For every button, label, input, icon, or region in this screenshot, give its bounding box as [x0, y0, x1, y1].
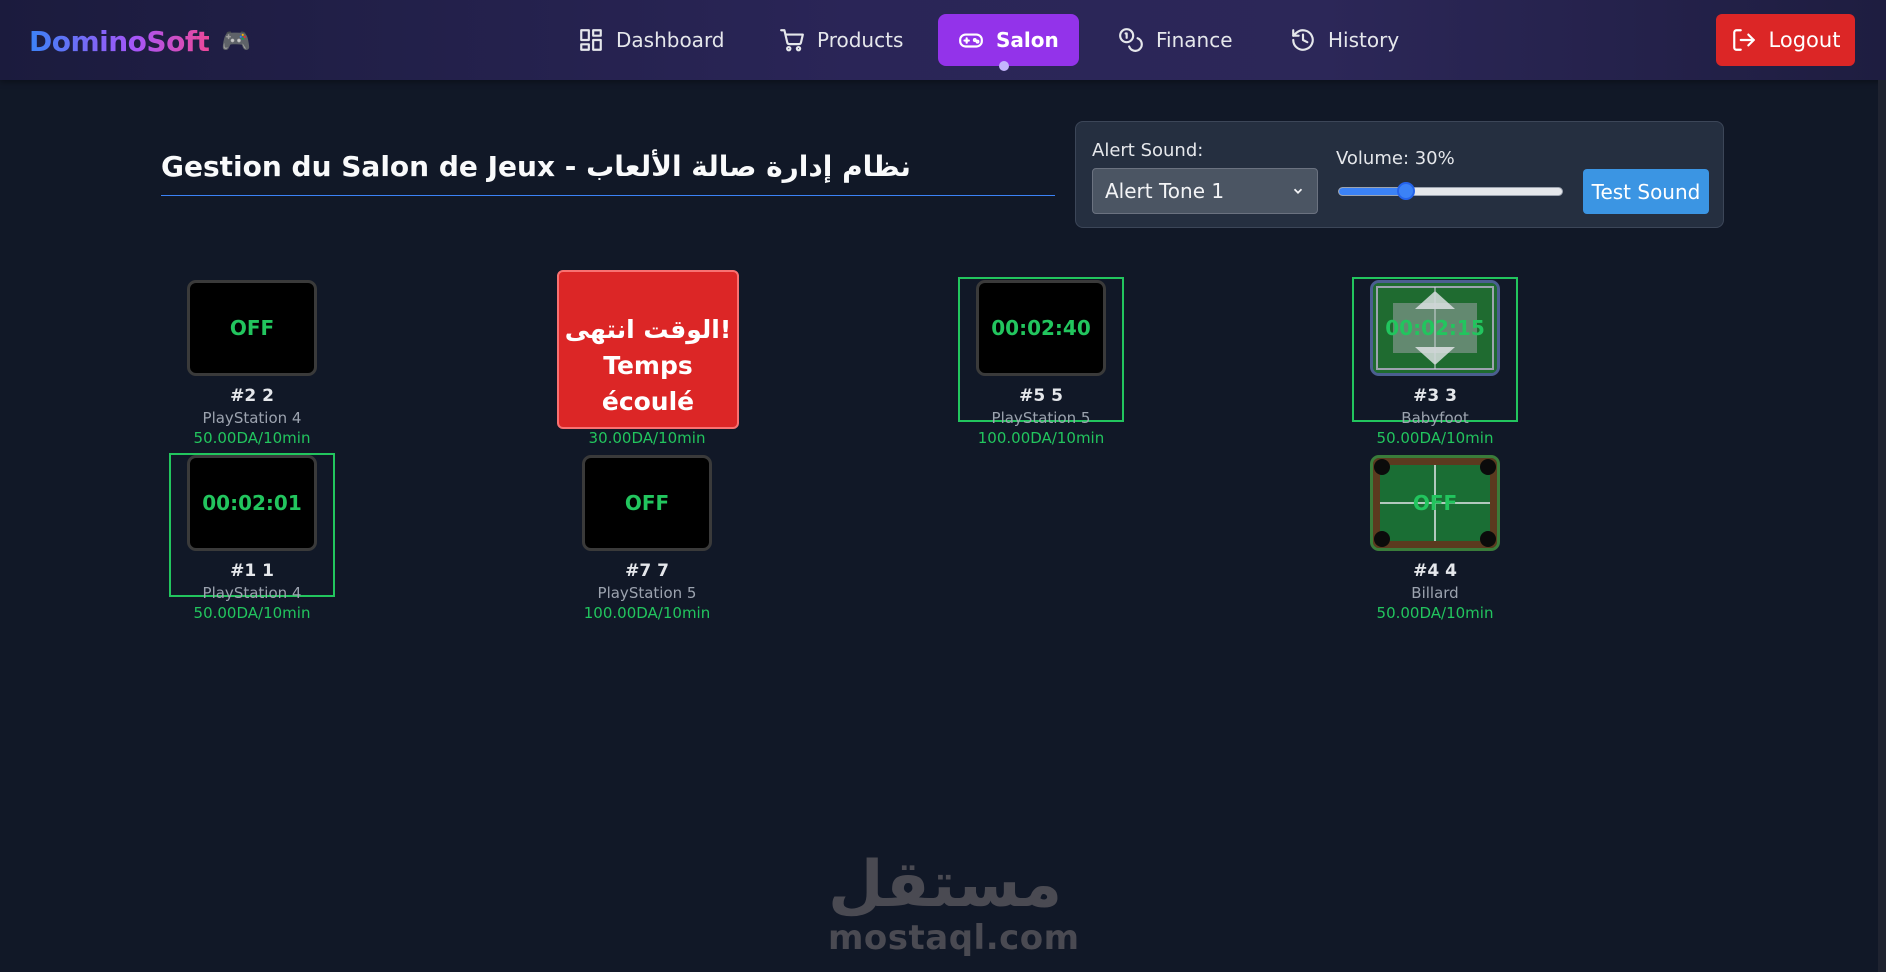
station-type: PlayStation 4 — [202, 409, 302, 427]
station-name: #1 1 — [230, 561, 274, 581]
nav-products[interactable]: Products — [759, 14, 923, 66]
watermark: مستقل mostaql.com — [828, 848, 1080, 958]
station-screen[interactable]: OFF — [1370, 455, 1500, 551]
volume-slider[interactable] — [1338, 182, 1563, 200]
station-card: OFF #7 7 PlayStation 5 100.00DA/10min — [547, 455, 747, 635]
station-timer: OFF — [1412, 491, 1458, 515]
nav-salon-label: Salon — [996, 28, 1059, 52]
volume-label: Volume: 30% — [1336, 148, 1455, 169]
station-name: #7 7 — [625, 561, 669, 581]
station-type: PlayStation 5 — [991, 409, 1091, 427]
station-card: 00:02:01 #1 1 PlayStation 4 50.00DA/10mi… — [152, 455, 352, 635]
gamepad-icon: 🎮 — [221, 27, 252, 55]
chevron-down-icon — [1293, 188, 1303, 194]
station-name: #2 2 — [230, 386, 274, 406]
logout-label: Logout — [1768, 28, 1841, 52]
station-timer: 00:02:40 — [991, 316, 1091, 340]
station-price: 100.00DA/10min — [583, 604, 711, 622]
coins-icon — [1119, 28, 1143, 52]
nav-dashboard[interactable]: Dashboard — [558, 14, 745, 66]
station-screen[interactable]: OFF — [187, 280, 317, 376]
nav-products-label: Products — [817, 28, 904, 52]
gamepad-icon — [959, 33, 983, 48]
station-screen[interactable]: 00:02:01 — [187, 455, 317, 551]
station-card: OFF #4 4 Billard 50.00DA/10min — [1335, 455, 1535, 635]
alert-sound-label: Alert Sound: — [1092, 140, 1204, 161]
volume-slider-thumb[interactable] — [1396, 182, 1415, 200]
station-timer: 00:02:01 — [202, 491, 302, 515]
volume-slider-fill — [1339, 188, 1406, 195]
nav-finance-label: Finance — [1156, 28, 1233, 52]
station-type: Babyfoot — [1401, 409, 1469, 427]
station-price: 30.00DA/10min — [588, 429, 706, 447]
station-screen[interactable]: 00:02:40 — [976, 280, 1106, 376]
time-expired-alert[interactable]: الوقت انتهى! Temps écoulé — [557, 270, 739, 429]
nav-history[interactable]: History — [1270, 14, 1419, 66]
alert-sound-value: Alert Tone 1 — [1105, 179, 1225, 203]
brand-name: DominoSoft — [29, 24, 210, 58]
page-title: Gestion du Salon de Jeux - نظام إدارة صا… — [161, 150, 1055, 196]
logout-icon — [1732, 29, 1755, 51]
nav-history-label: History — [1328, 28, 1400, 52]
station-timer: 00:02:15 — [1385, 316, 1485, 340]
station-price: 50.00DA/10min — [193, 604, 311, 622]
station-type: PlayStation 4 — [202, 584, 302, 602]
alert-sound-select[interactable]: Alert Tone 1 — [1092, 168, 1318, 214]
history-icon — [1292, 29, 1314, 51]
station-card: 00:02:15 #3 3 Babyfoot 50.00DA/10min — [1335, 280, 1535, 460]
station-screen[interactable]: 00:02:15 — [1370, 280, 1500, 376]
station-name: #3 3 — [1413, 386, 1457, 406]
station-card: 00:02:40 #5 5 PlayStation 5 100.00DA/10m… — [941, 280, 1141, 460]
station-price: 100.00DA/10min — [977, 429, 1105, 447]
watermark-arabic: مستقل — [828, 848, 1063, 922]
page-scrollbar[interactable] — [1878, 80, 1886, 972]
nav-dashboard-label: Dashboard — [616, 28, 725, 52]
nav-salon[interactable]: Salon — [938, 14, 1079, 66]
top-navbar: DominoSoft 🎮 Dashboard Products Salon Fi… — [0, 0, 1886, 80]
nav-finance[interactable]: Finance — [1098, 14, 1253, 66]
station-price: 50.00DA/10min — [1376, 429, 1494, 447]
logout-button[interactable]: Logout — [1716, 14, 1855, 66]
station-card: OFF #2 2 PlayStation 4 50.00DA/10min — [152, 280, 352, 460]
station-type: PlayStation 5 — [597, 584, 697, 602]
brand[interactable]: DominoSoft 🎮 — [29, 22, 251, 60]
test-sound-button[interactable]: Test Sound — [1583, 169, 1709, 214]
station-screen[interactable]: OFF — [582, 455, 712, 551]
watermark-latin: mostaql.com — [828, 918, 1080, 958]
station-name: #4 4 — [1413, 561, 1457, 581]
station-name: #5 5 — [1019, 386, 1063, 406]
station-type: Billard — [1411, 584, 1459, 602]
cart-icon — [780, 29, 804, 52]
station-timer: OFF — [229, 316, 275, 340]
sound-settings-panel: Alert Sound: Alert Tone 1 Volume: 30% Te… — [1075, 121, 1724, 228]
station-timer: OFF — [624, 491, 670, 515]
station-price: 50.00DA/10min — [193, 429, 311, 447]
station-price: 50.00DA/10min — [1376, 604, 1494, 622]
active-indicator — [999, 61, 1009, 71]
dashboard-icon — [580, 29, 602, 51]
